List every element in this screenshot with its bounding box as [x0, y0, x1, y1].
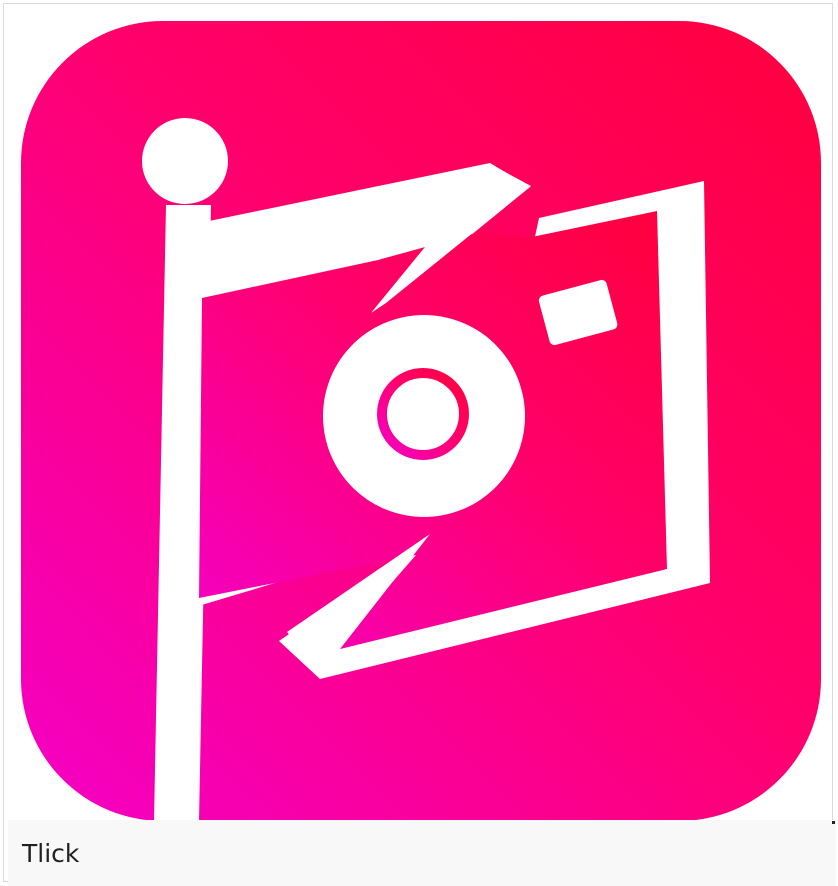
image-caption-card: Tlick	[3, 3, 836, 886]
flag-pole-ball-icon	[142, 118, 228, 204]
caption-bar: Tlick	[8, 820, 836, 886]
flag-camera-app-icon	[21, 21, 821, 821]
app-icon-image	[21, 21, 821, 821]
camera-lens-outer-icon	[323, 315, 525, 517]
corner-dot	[832, 821, 835, 824]
image-caption: Tlick	[22, 839, 80, 868]
